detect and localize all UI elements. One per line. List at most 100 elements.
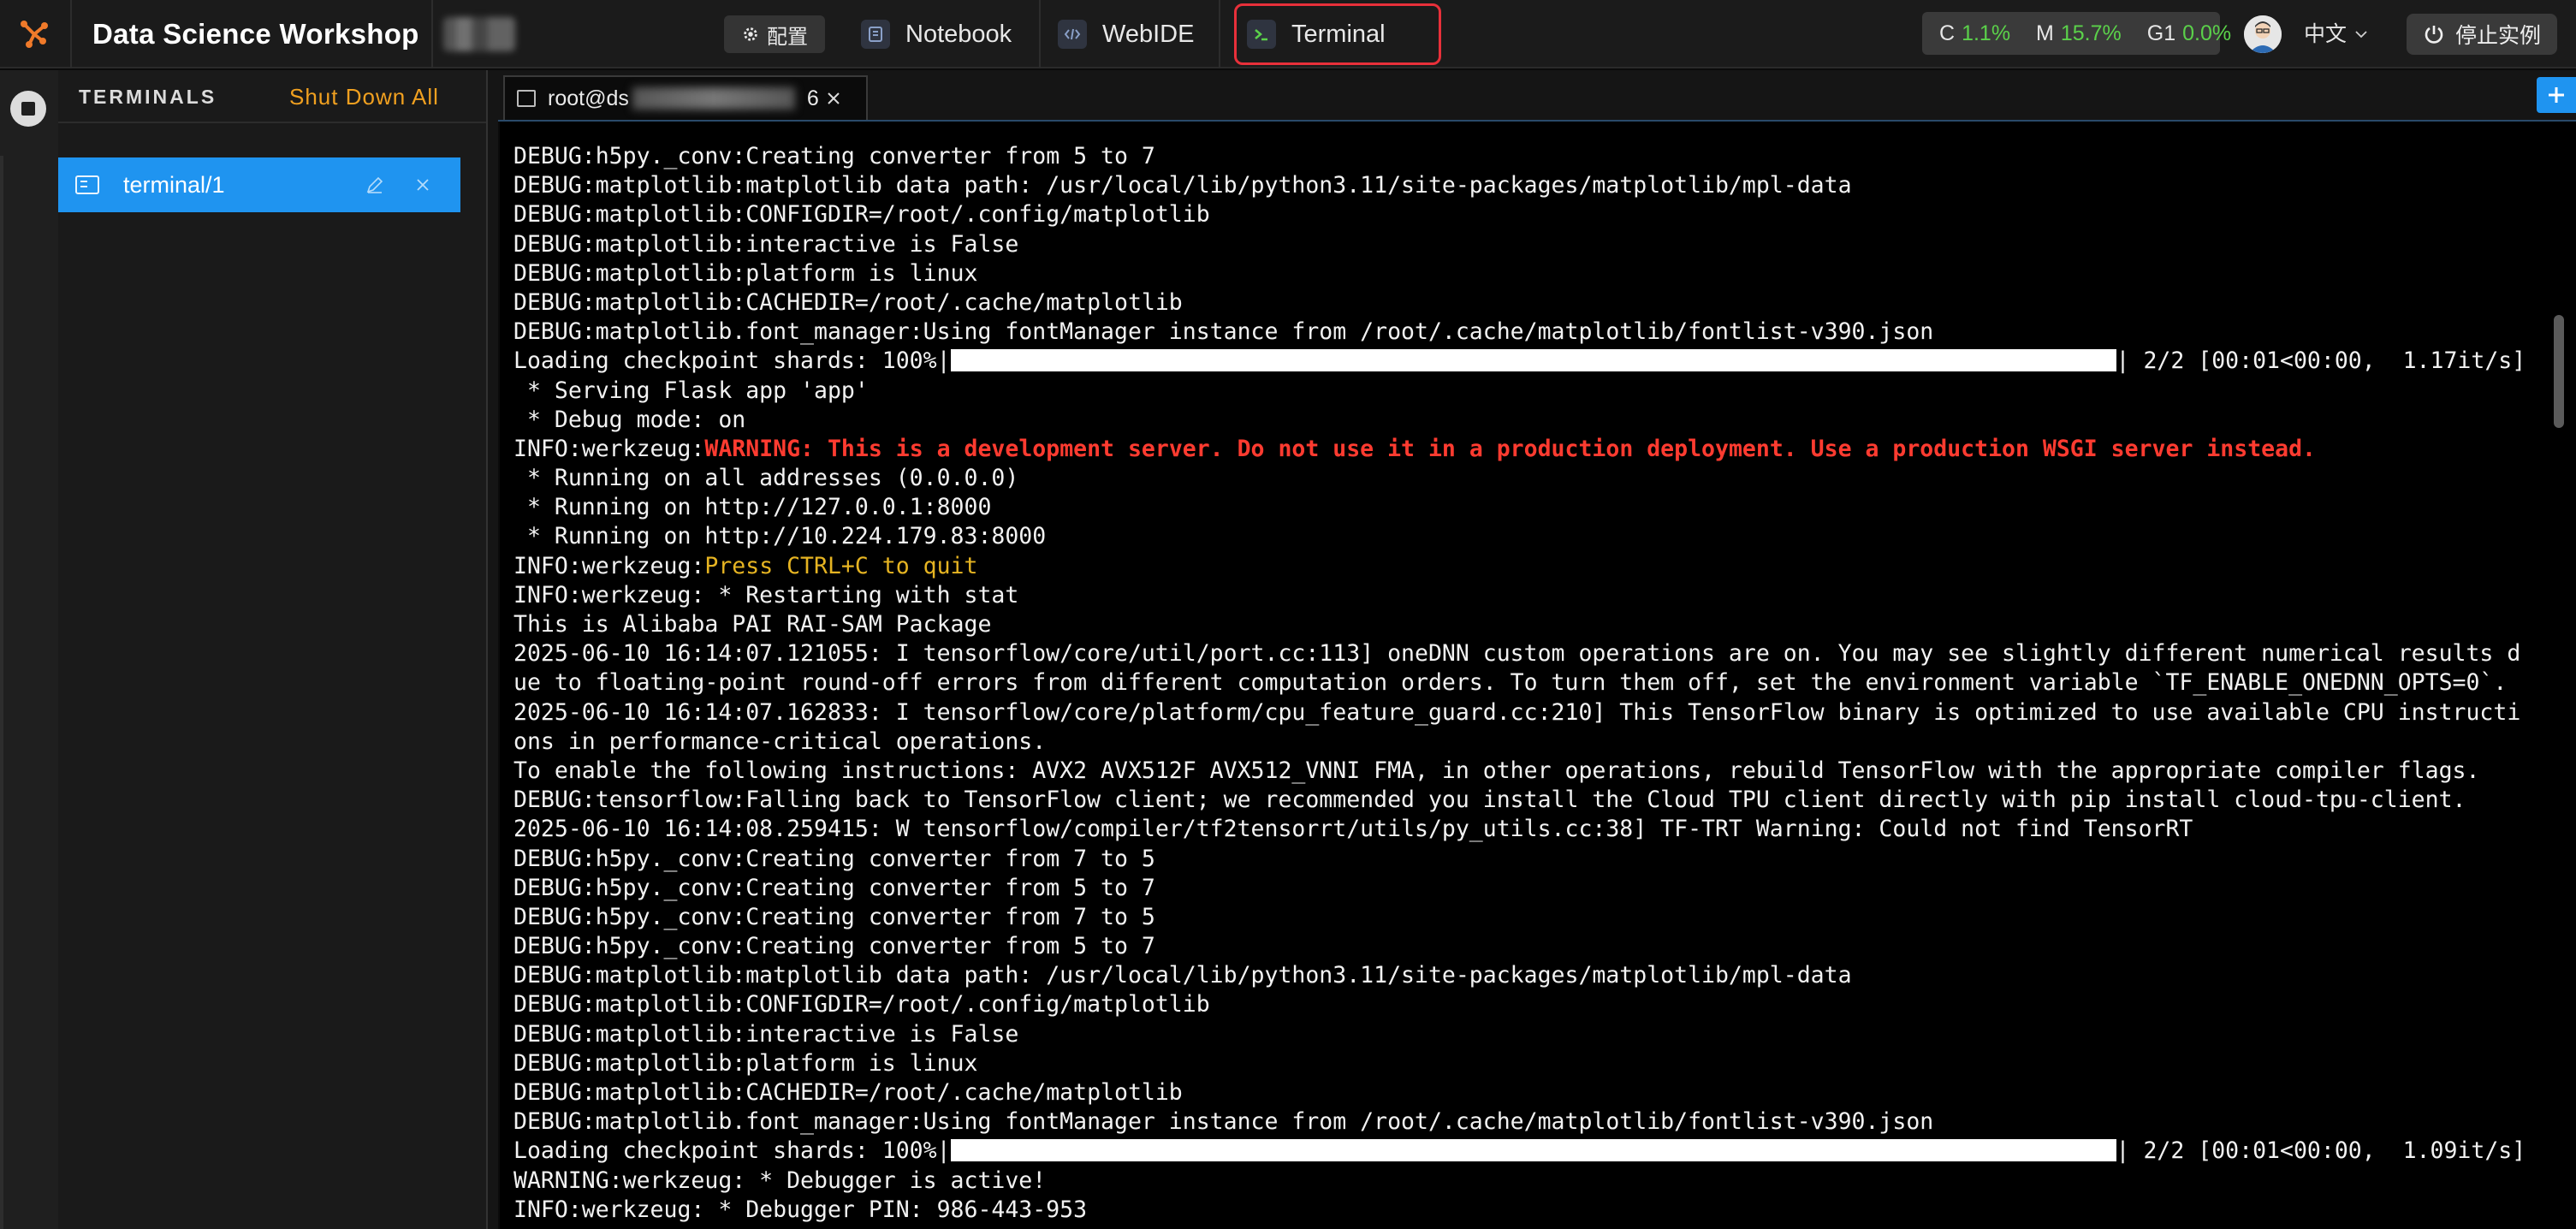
terminal-line: Loading checkpoint shards: 100%| | 2/2 [0…	[513, 347, 2542, 376]
terminal-line-text: DEBUG:h5py._conv:Creating converter from…	[513, 933, 1155, 960]
terminal-line-text: ons in performance-critical operations.	[513, 727, 1047, 755]
terminal-line: DEBUG:tensorflow:Falling back to TensorF…	[513, 786, 2542, 815]
terminal-line-text: DEBUG:matplotlib:CONFIGDIR=/root/.config…	[513, 201, 1210, 229]
terminals-panel: TERMINALS Shut Down All terminal/1	[58, 70, 488, 1229]
plus-icon	[2549, 87, 2564, 103]
terminal-line: ons in performance-critical operations.	[513, 727, 2542, 757]
terminal-line-text: 2025-06-10 16:14:07.121055: I tensorflow…	[513, 640, 2521, 668]
notebook-icon	[861, 20, 890, 49]
resource-usage: C 1.1% M 15.7% G1 0.0%	[1922, 12, 2231, 55]
avatar-icon	[2244, 15, 2282, 53]
webide-icon	[1058, 20, 1087, 49]
terminal-line: Loading checkpoint shards: 100%| | 2/2 [0…	[513, 1137, 2542, 1166]
terminal-list-item[interactable]: terminal/1	[58, 157, 460, 212]
divider	[58, 122, 486, 123]
divider	[70, 0, 72, 68]
mem-label: M	[2036, 21, 2054, 45]
terminal-line-text: DEBUG:h5py._conv:Creating converter from…	[513, 845, 1155, 872]
terminal-line: * Debug mode: on	[513, 406, 2542, 435]
activity-rail	[0, 70, 58, 1229]
shut-down-all-button[interactable]: Shut Down All	[289, 84, 439, 110]
close-icon[interactable]	[413, 175, 433, 195]
terminal-tab-strip: root@ds 6	[498, 70, 2576, 122]
terminal-output[interactable]: DEBUG:h5py._conv:Creating converter from…	[500, 122, 2576, 1229]
terminal-line: DEBUG:h5py._conv:Creating converter from…	[513, 142, 2542, 171]
gear-icon	[744, 27, 757, 41]
terminal-line-text: DEBUG:matplotlib.font_manager:Using font…	[513, 318, 1934, 346]
terminal-line-text: DEBUG:matplotlib:interactive is False	[513, 1020, 1019, 1048]
terminal-line-text: INFO:werkzeug:	[513, 552, 705, 579]
terminal-line-text: ue to floating-point round-off errors fr…	[513, 669, 2508, 697]
user-avatar[interactable]	[2244, 15, 2282, 53]
terminal-line-text: 2025-06-10 16:14:08.259415: W tensorflow…	[513, 816, 2193, 843]
terminal-line-text: INFO:werkzeug: * Restarting with stat	[513, 581, 1019, 609]
terminals-title: TERMINALS	[79, 86, 217, 108]
terminal-line: 2025-06-10 16:14:07.162833: I tensorflow…	[513, 698, 2542, 727]
terminal-line: * Serving Flask app 'app'	[513, 377, 2542, 406]
language-selector[interactable]: 中文	[2304, 19, 2367, 50]
terminal-line-text: This is Alibaba PAI RAI-SAM Package	[513, 611, 992, 638]
cpu-value: 1.1%	[1962, 21, 2011, 45]
tab-terminal-label: Terminal	[1291, 20, 1386, 48]
terminal-line: DEBUG:matplotlib:CACHEDIR=/root/.cache/m…	[513, 1078, 2542, 1107]
terminal-line: DEBUG:matplotlib:interactive is False	[513, 1020, 2542, 1049]
tab-terminal[interactable]: Terminal	[1234, 3, 1441, 65]
terminal-line: DEBUG:matplotlib:interactive is False	[513, 230, 2542, 259]
divider	[1219, 0, 1220, 68]
close-icon[interactable]	[826, 91, 841, 106]
tab-notebook[interactable]: Notebook	[861, 10, 1012, 58]
terminal-line: INFO:werkzeug: * Restarting with stat	[513, 581, 2542, 610]
terminal-tab[interactable]: root@ds 6	[503, 75, 868, 120]
terminal-line: * Running on http://10.224.179.83:8000	[513, 522, 2542, 551]
terminal-line-text: DEBUG:matplotlib:CONFIGDIR=/root/.config…	[513, 991, 1210, 1018]
blurred-hostname	[632, 87, 795, 110]
terminal-line-text: INFO:werkzeug: * Debugger PIN: 986-443-9…	[513, 1196, 1088, 1223]
chevron-down-icon	[2355, 31, 2367, 39]
terminal-line-text: DEBUG:matplotlib:platform is linux	[513, 259, 978, 287]
terminal-line-text: DEBUG:matplotlib:matplotlib data path: /…	[513, 962, 1852, 989]
terminal-line-text: DEBUG:matplotlib:matplotlib data path: /…	[513, 172, 1852, 199]
app-logo-icon[interactable]	[15, 15, 53, 53]
config-button[interactable]: 配置	[724, 15, 825, 53]
terminal-tab-suffix: 6	[806, 86, 819, 110]
panel-splitter[interactable]	[488, 70, 498, 1229]
terminal-line-text: * Debug mode: on	[513, 406, 746, 433]
stop-instance-label: 停止实例	[2454, 24, 2541, 48]
terminal-line: DEBUG:matplotlib:matplotlib data path: /…	[513, 171, 2542, 200]
top-bar: Data Science Workshop 配置 Notebook WebIDE…	[0, 0, 2576, 68]
terminal-line-text: DEBUG:matplotlib:interactive is False	[513, 230, 1019, 258]
terminal-line: This is Alibaba PAI RAI-SAM Package	[513, 610, 2542, 639]
terminal-line: DEBUG:h5py._conv:Creating converter from…	[513, 874, 2542, 903]
stop-instance-button[interactable]: 停止实例	[2407, 14, 2557, 55]
terminal-line-text: * Running on http://127.0.0.1:8000	[513, 494, 992, 521]
divider	[1039, 0, 1041, 68]
terminal-line-text: To enable the following instructions: AV…	[513, 757, 2480, 784]
terminal-line-text: * Running on http://10.224.179.83:8000	[513, 523, 1047, 550]
terminal-line: * Running on all addresses (0.0.0.0)	[513, 464, 2542, 493]
tab-webide[interactable]: WebIDE	[1058, 10, 1194, 58]
terminal-line: 2025-06-10 16:14:08.259415: W tensorflow…	[513, 815, 2542, 844]
cpu-usage: C 1.1%	[1939, 21, 2010, 46]
terminal-line-text: DEBUG:matplotlib:CACHEDIR=/root/.cache/m…	[513, 1079, 1183, 1106]
running-sessions-icon[interactable]	[10, 91, 46, 127]
terminal-line: DEBUG:matplotlib:platform is linux	[513, 259, 2542, 288]
terminal-line: 2025-06-10 16:14:07.121055: I tensorflow…	[513, 639, 2542, 668]
terminal-line-text: INFO:werkzeug:	[513, 435, 705, 462]
divider	[431, 0, 433, 68]
new-terminal-button[interactable]	[2537, 77, 2576, 113]
gpu-usage: G1 0.0%	[2147, 21, 2231, 46]
config-label: 配置	[767, 25, 808, 49]
progress-bar-fill	[950, 349, 2116, 372]
terminal-line-text: * Serving Flask app 'app'	[513, 377, 869, 404]
terminal-line-text: * Running on all addresses (0.0.0.0)	[513, 465, 1019, 492]
terminal-lines: DEBUG:h5py._conv:Creating converter from…	[513, 142, 2542, 1225]
terminal-line: INFO:werkzeug:Press CTRL+C to quit	[513, 552, 2542, 581]
scrollbar-thumb[interactable]	[2554, 315, 2564, 428]
terminal-line: DEBUG:matplotlib:matplotlib data path: /…	[513, 961, 2542, 990]
edit-icon[interactable]	[365, 175, 385, 195]
terminal-line-text: DEBUG:tensorflow:Falling back to TensorF…	[513, 787, 2466, 814]
cpu-label: C	[1939, 21, 1956, 45]
terminal-icon	[75, 175, 99, 194]
notice-text: Press CTRL+C to quit	[704, 552, 978, 579]
terminal-line: DEBUG:h5py._conv:Creating converter from…	[513, 903, 2542, 932]
